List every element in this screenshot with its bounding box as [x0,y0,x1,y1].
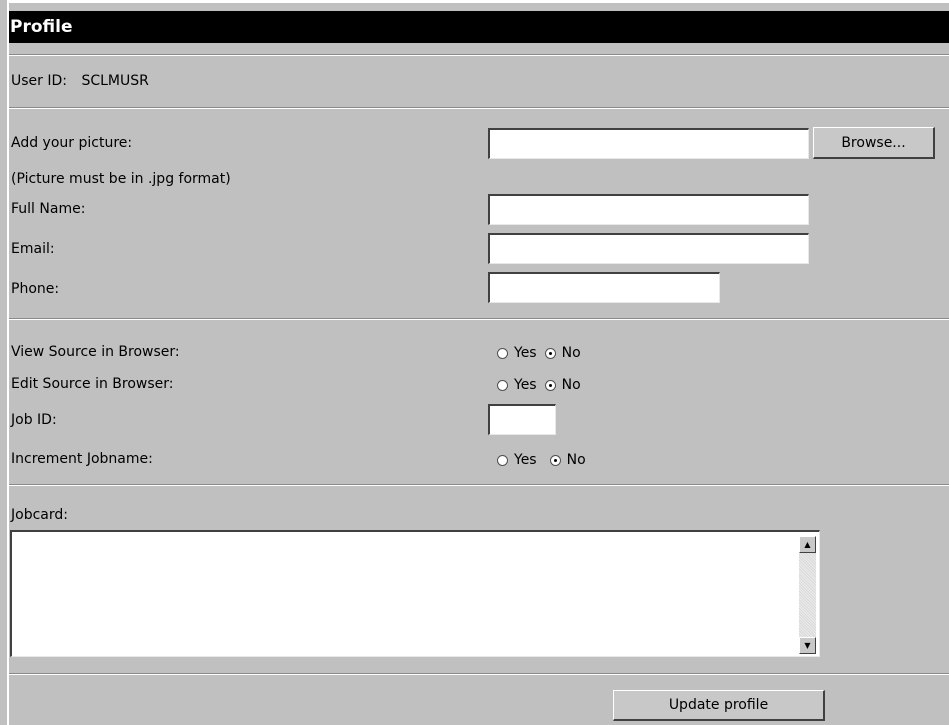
user-id-row: User ID: SCLMUSR [11,73,149,89]
phone-label: Phone: [11,281,60,297]
view-source-radio-group: Yes No [497,345,589,361]
increment-jobname-yes-radio[interactable] [497,454,508,466]
view-source-label: View Source in Browser: [11,344,180,360]
view-source-no-radio[interactable] [544,347,556,359]
edit-source-radio-group: Yes No [497,377,589,393]
edit-source-label: Edit Source in Browser: [11,376,174,392]
browse-button[interactable]: Browse... [813,127,935,159]
increment-jobname-no-radio[interactable] [549,454,561,466]
picture-format-note: (Picture must be in .jpg format) [11,171,231,187]
jobcard-scrollbar[interactable]: ▲ ▼ [799,536,816,654]
increment-jobname-no-label: No [566,452,586,468]
user-id-value: SCLMUSR [81,73,149,89]
divider [9,484,949,486]
scroll-up-icon[interactable]: ▲ [799,536,816,553]
phone-input[interactable] [488,272,720,303]
edit-source-no-radio[interactable] [544,379,556,391]
edit-source-yes-radio[interactable] [497,379,508,391]
edit-source-yes-label: Yes [514,377,537,393]
full-name-label: Full Name: [11,201,86,217]
job-id-input[interactable] [488,404,556,435]
increment-jobname-yes-label: Yes [514,452,537,468]
divider [9,673,949,675]
job-id-label: Job ID: [11,412,57,428]
full-name-input[interactable] [488,194,809,225]
view-source-yes-radio[interactable] [497,347,508,359]
edit-source-no-label: No [561,377,581,393]
scroll-down-icon[interactable]: ▼ [799,637,816,654]
jobcard-label: Jobcard: [11,507,68,523]
picture-label: Add your picture: [11,135,133,151]
email-label: Email: [11,241,55,257]
user-id-label: User ID: [11,73,67,89]
divider [9,107,949,109]
jobcard-textarea[interactable]: ▲ ▼ [10,530,820,657]
update-profile-button[interactable]: Update profile [613,690,825,721]
email-input[interactable] [488,233,809,264]
increment-jobname-radio-group: Yes No [497,452,594,468]
divider [9,54,949,56]
picture-file-input[interactable] [488,128,809,159]
page-title: Profile [9,11,949,43]
divider [9,318,949,320]
view-source-no-label: No [561,345,581,361]
view-source-yes-label: Yes [514,345,537,361]
increment-jobname-label: Increment Jobname: [11,451,153,467]
window-top-edge [7,0,949,3]
